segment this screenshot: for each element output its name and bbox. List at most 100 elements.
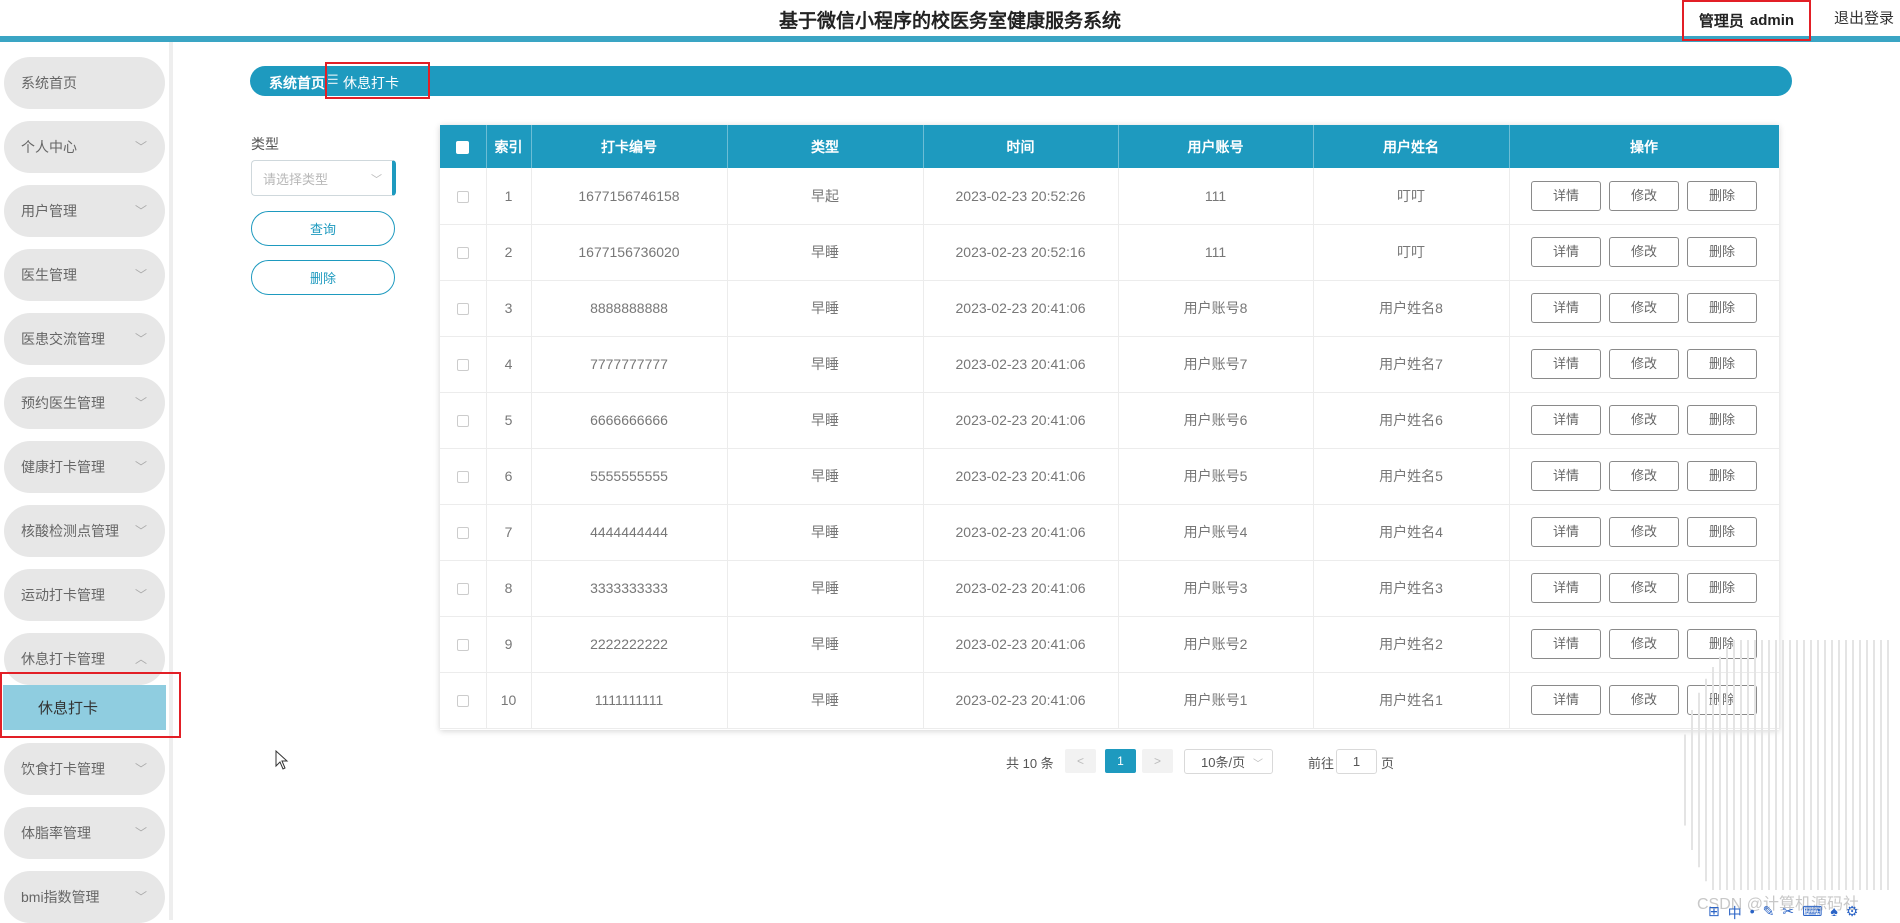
edit-button[interactable]: 修改 bbox=[1609, 349, 1679, 379]
cell-name: 叮叮 bbox=[1313, 224, 1510, 281]
sidebar-item-label: 用户管理 bbox=[21, 203, 77, 219]
top-header: 基于微信小程序的校医务室健康服务系统 bbox=[0, 0, 1900, 37]
goto-label: 前往 bbox=[1308, 755, 1335, 771]
cell-index: 5 bbox=[486, 392, 532, 449]
detail-button[interactable]: 详情 bbox=[1531, 573, 1601, 603]
detail-button[interactable]: 详情 bbox=[1531, 180, 1601, 211]
cell-actions: 详情 修改 删除 bbox=[1509, 336, 1780, 393]
table-row: 3 8888888888 早睡 2023-02-23 20:41:06 用户账号8 用户姓… bbox=[440, 280, 1780, 337]
goto-page-input[interactable]: 1 bbox=[1336, 749, 1377, 774]
query-button[interactable]: 查询 bbox=[251, 211, 395, 246]
sidebar-item-label: 医患交流管理 bbox=[21, 331, 105, 347]
table-row: 2 1677156736020 早睡 2023-02-23 20:52:16 111 叮叮… bbox=[440, 224, 1780, 281]
row-checkbox[interactable] bbox=[440, 560, 487, 617]
prev-page-button[interactable]: < bbox=[1065, 749, 1096, 773]
cell-time: 2023-02-23 20:52:26 bbox=[923, 168, 1119, 225]
breadcrumb-home[interactable]: 系统首页 bbox=[269, 73, 325, 93]
row-checkbox[interactable] bbox=[440, 168, 487, 225]
row-checkbox[interactable] bbox=[440, 280, 487, 337]
cell-code: 1677156736020 bbox=[531, 224, 728, 281]
sidebar-item-12[interactable]: bmi指数管理 ﹀ bbox=[4, 871, 165, 923]
detail-button[interactable]: 详情 bbox=[1531, 461, 1601, 491]
sidebar-item-6[interactable]: 健康打卡管理 ﹀ bbox=[4, 441, 165, 493]
sidebar-item-0[interactable]: 系统首页 bbox=[4, 57, 165, 109]
row-checkbox[interactable] bbox=[440, 224, 487, 281]
logout-link[interactable]: 退出登录 bbox=[1834, 7, 1894, 28]
cell-actions: 详情 修改 删除 bbox=[1509, 280, 1780, 337]
edit-button[interactable]: 修改 bbox=[1609, 517, 1679, 547]
row-checkbox[interactable] bbox=[440, 672, 487, 729]
delete-button[interactable]: 删除 bbox=[1687, 517, 1757, 547]
user-role: 管理员 bbox=[1698, 13, 1744, 30]
delete-button[interactable]: 删除 bbox=[1687, 405, 1757, 435]
delete-button[interactable]: 删除 bbox=[1687, 237, 1757, 267]
edit-button[interactable]: 修改 bbox=[1609, 237, 1679, 267]
cell-index: 2 bbox=[486, 224, 532, 281]
edit-button[interactable]: 修改 bbox=[1609, 405, 1679, 435]
edit-button[interactable]: 修改 bbox=[1609, 573, 1679, 603]
next-page-button[interactable]: > bbox=[1142, 749, 1173, 773]
cell-account: 用户账号8 bbox=[1118, 280, 1314, 337]
delete-button[interactable]: 删除 bbox=[1687, 573, 1757, 603]
row-checkbox[interactable] bbox=[440, 616, 487, 673]
cell-actions: 详情 修改 删除 bbox=[1509, 168, 1780, 225]
detail-button[interactable]: 详情 bbox=[1531, 349, 1601, 379]
edit-button[interactable]: 修改 bbox=[1609, 461, 1679, 491]
sidebar-item-label: 预约医生管理 bbox=[21, 395, 105, 411]
delete-button[interactable]: 删除 bbox=[1687, 349, 1757, 379]
page-1-button[interactable]: 1 bbox=[1105, 749, 1136, 773]
sidebar-item-7[interactable]: 核酸检测点管理 ﹀ bbox=[4, 505, 165, 557]
cell-name: 用户姓名5 bbox=[1313, 448, 1510, 505]
sidebar-subitem-rest-checkin[interactable]: 休息打卡 bbox=[3, 685, 166, 730]
row-checkbox[interactable] bbox=[440, 392, 487, 449]
sidebar-item-2[interactable]: 用户管理 ﹀ bbox=[4, 185, 165, 237]
cell-code: 4444444444 bbox=[531, 504, 728, 561]
sidebar-item-11[interactable]: 体脂率管理 ﹀ bbox=[4, 807, 165, 859]
sidebar-item-label: bmi指数管理 bbox=[21, 889, 100, 905]
cell-actions: 详情 修改 删除 bbox=[1509, 448, 1780, 505]
cell-account: 用户账号4 bbox=[1118, 504, 1314, 561]
select-all-checkbox[interactable] bbox=[440, 125, 487, 168]
edit-button[interactable]: 修改 bbox=[1609, 293, 1679, 323]
table-row: 8 3333333333 早睡 2023-02-23 20:41:06 用户账号3 用户姓… bbox=[440, 560, 1780, 617]
current-user: 管理员 admin bbox=[1682, 0, 1811, 41]
table-row: 5 6666666666 早睡 2023-02-23 20:41:06 用户账号6 用户姓… bbox=[440, 392, 1780, 449]
cell-account: 用户账号2 bbox=[1118, 616, 1314, 673]
edit-button[interactable]: 修改 bbox=[1609, 180, 1679, 211]
cell-time: 2023-02-23 20:52:16 bbox=[923, 224, 1119, 281]
delete-button[interactable]: 删除 bbox=[1687, 180, 1757, 211]
batch-delete-button[interactable]: 删除 bbox=[251, 260, 395, 295]
table-row: 7 4444444444 早睡 2023-02-23 20:41:06 用户账号4 用户姓… bbox=[440, 504, 1780, 561]
detail-button[interactable]: 详情 bbox=[1531, 237, 1601, 267]
page-suffix: 页 bbox=[1381, 755, 1395, 771]
type-select[interactable]: 请选择类型 ﹀ bbox=[251, 160, 396, 196]
cell-index: 1 bbox=[486, 168, 532, 225]
cell-account: 用户账号5 bbox=[1118, 448, 1314, 505]
delete-button[interactable]: 删除 bbox=[1687, 461, 1757, 491]
cell-time: 2023-02-23 20:41:06 bbox=[923, 392, 1119, 449]
sidebar-item-4[interactable]: 医患交流管理 ﹀ bbox=[4, 313, 165, 365]
mouse-cursor-icon bbox=[275, 749, 289, 775]
detail-button[interactable]: 详情 bbox=[1531, 293, 1601, 323]
sidebar-item-5[interactable]: 预约医生管理 ﹀ bbox=[4, 377, 165, 429]
detail-button[interactable]: 详情 bbox=[1531, 405, 1601, 435]
row-checkbox[interactable] bbox=[440, 336, 487, 393]
cell-type: 早睡 bbox=[727, 392, 924, 449]
sidebar-item-10[interactable]: 饮食打卡管理 ﹀ bbox=[4, 743, 165, 795]
row-checkbox[interactable] bbox=[440, 448, 487, 505]
sidebar-item-1[interactable]: 个人中心 ﹀ bbox=[4, 121, 165, 173]
col-name: 用户姓名 bbox=[1313, 125, 1510, 168]
sidebar-item-8[interactable]: 运动打卡管理 ﹀ bbox=[4, 569, 165, 621]
cell-code: 8888888888 bbox=[531, 280, 728, 337]
delete-button[interactable]: 删除 bbox=[1687, 293, 1757, 323]
page-size-select[interactable]: 10条/页 ﹀ bbox=[1184, 749, 1273, 774]
row-checkbox[interactable] bbox=[440, 504, 487, 561]
cell-time: 2023-02-23 20:41:06 bbox=[923, 560, 1119, 617]
sidebar-item-3[interactable]: 医生管理 ﹀ bbox=[4, 249, 165, 301]
sidebar-item-label: 休息打卡管理 bbox=[21, 651, 105, 667]
detail-button[interactable]: 详情 bbox=[1531, 517, 1601, 547]
chevron-down-icon: ﹀ bbox=[134, 524, 147, 538]
cell-type: 早睡 bbox=[727, 336, 924, 393]
cell-name: 用户姓名3 bbox=[1313, 560, 1510, 617]
chevron-down-icon: ﹀ bbox=[371, 174, 382, 186]
